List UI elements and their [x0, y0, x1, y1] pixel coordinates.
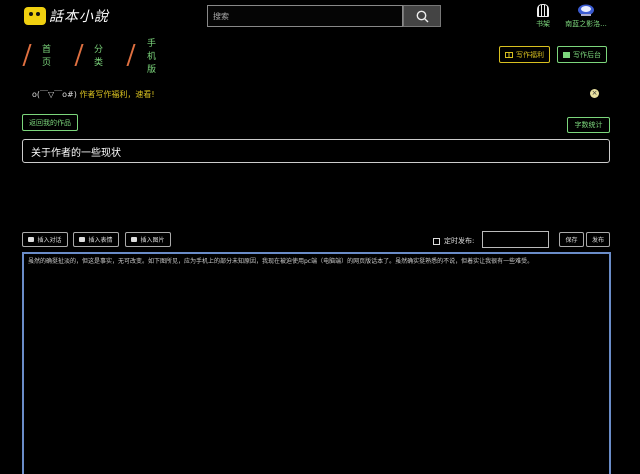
publish-button[interactable]: 发布 [586, 232, 610, 247]
bookshelf-icon [537, 4, 549, 17]
word-count-button[interactable]: 字数统计 [567, 117, 610, 133]
write-backend-button[interactable]: 写作后台 [557, 46, 607, 63]
user-profile-link[interactable]: 南蓝之影洛... [561, 4, 611, 29]
nav-separator [22, 44, 32, 66]
schedule-datetime-input[interactable] [482, 231, 549, 248]
search-button[interactable] [403, 5, 441, 27]
insert-image-button[interactable]: 插入图片 [125, 232, 171, 247]
insert-emoji-label: 插入表情 [88, 237, 113, 244]
schedule-label: 定时发布: [444, 237, 475, 245]
image-icon [131, 237, 138, 242]
nav-separator [126, 44, 136, 66]
notice-message[interactable]: 作者写作福利，速看! [79, 90, 154, 99]
chat-icon [28, 237, 35, 242]
nav-separator [74, 44, 84, 66]
notice-banner[interactable]: o(￣▽￣o#) 作者写作福利，速看! [32, 89, 155, 100]
insert-image-label: 插入图片 [140, 237, 165, 244]
user-name-label: 南蓝之影洛... [565, 20, 607, 28]
schedule-checkbox[interactable] [433, 238, 440, 245]
nav-item-home[interactable]: 首页 [42, 44, 51, 68]
logo-mascot-icon [24, 7, 46, 25]
avatar [578, 4, 594, 16]
insert-dialogue-button[interactable]: 插入对话 [22, 232, 68, 247]
content-editor[interactable]: 虽然的确挺扯淡的，但这是事实，无可改变。如下图所见，应为手机上的部分未知原因，我… [22, 252, 611, 474]
write-benefit-button[interactable]: 写作福利 [499, 46, 550, 63]
chapter-title-input[interactable]: 关于作者的一些现状 [22, 139, 610, 163]
insert-emoji-button[interactable]: 插入表情 [73, 232, 119, 247]
back-to-works-button[interactable]: 返回我的作品 [22, 114, 78, 131]
bookshelf-label: 书架 [536, 20, 550, 28]
nav-item-category[interactable]: 分类 [94, 44, 103, 68]
save-button[interactable]: 保存 [559, 232, 584, 247]
insert-dialogue-label: 插入对话 [37, 237, 62, 244]
search-input[interactable] [207, 5, 403, 27]
close-icon[interactable]: × [590, 89, 599, 98]
notice-emoticon: o(￣▽￣o#) [32, 90, 77, 99]
write-backend-label: 写作后台 [573, 50, 601, 59]
gift-icon [505, 51, 513, 58]
dashboard-icon [563, 51, 570, 58]
emoji-icon [79, 237, 86, 242]
editor-text: 虽然的确挺扯淡的，但这是事实，无可改变。如下图所见，应为手机上的部分未知原因，我… [28, 258, 534, 265]
site-logo[interactable]: 話本小說 [24, 6, 109, 26]
nav-item-mobile[interactable]: 手机版 [147, 39, 156, 75]
logo-text: 話本小說 [49, 9, 109, 25]
write-benefit-label: 写作福利 [516, 50, 544, 59]
search-icon [416, 10, 428, 22]
